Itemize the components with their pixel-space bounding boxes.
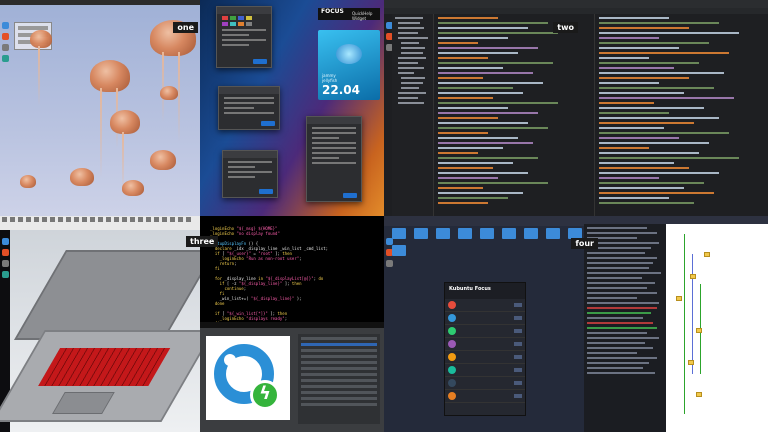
branch-tag[interactable] xyxy=(704,252,710,257)
release-version: 22.04 xyxy=(322,83,360,97)
color-dialog[interactable] xyxy=(216,6,272,68)
code-editor-left[interactable] xyxy=(438,14,588,216)
log-dialog[interactable] xyxy=(306,116,362,202)
dock-app-icon[interactable] xyxy=(1,249,9,256)
dock-app-icon[interactable] xyxy=(1,55,9,62)
quadrant-label: one xyxy=(173,22,198,33)
branch-tag[interactable] xyxy=(696,328,702,333)
folder-icon[interactable] xyxy=(414,228,428,239)
cad-terminal-quadrant-three: _loginEcho "${_msg} ${HOME}" _loginEcho … xyxy=(0,216,384,432)
release-card: jammy jellyfish 22.04 xyxy=(318,30,380,100)
install-button[interactable] xyxy=(514,316,522,320)
release-codename: jammy jellyfish xyxy=(322,73,338,83)
terminal-window[interactable]: _loginEcho "${_msg} ${HOME}" _loginEcho … xyxy=(200,216,384,328)
folder-icon[interactable] xyxy=(392,228,406,239)
ok-button[interactable] xyxy=(343,193,357,198)
dock-app-icon[interactable] xyxy=(1,44,9,51)
quadrant-label: two xyxy=(553,22,578,33)
laptop-touchpad xyxy=(52,392,115,414)
layers-panel[interactable] xyxy=(298,334,380,424)
quadrant-label: three xyxy=(186,236,219,247)
image-canvas[interactable]: ϟ xyxy=(206,336,290,420)
git-log-pane[interactable] xyxy=(584,224,666,432)
install-button[interactable] xyxy=(514,381,522,385)
dock-app-icon[interactable] xyxy=(1,22,9,29)
dock-app-icon[interactable] xyxy=(1,260,9,267)
folder-icon[interactable] xyxy=(436,228,450,239)
ok-button[interactable] xyxy=(253,59,267,64)
folder-grid[interactable] xyxy=(392,228,592,256)
install-button[interactable] xyxy=(514,342,522,346)
laptop-lid xyxy=(14,250,216,340)
store-app-row[interactable] xyxy=(445,338,525,351)
store-app-row[interactable] xyxy=(445,364,525,377)
info-dialog[interactable] xyxy=(222,150,278,198)
store-app-row[interactable] xyxy=(445,351,525,364)
store-app-row[interactable] xyxy=(445,390,525,403)
message-dialog[interactable] xyxy=(218,86,280,130)
ok-button[interactable] xyxy=(259,189,273,194)
cad-toolbar[interactable] xyxy=(0,216,200,230)
store-app-row[interactable] xyxy=(445,377,525,390)
store-app-row[interactable] xyxy=(445,299,525,312)
store-app-row[interactable] xyxy=(445,325,525,338)
folder-icon[interactable] xyxy=(392,245,406,256)
install-button[interactable] xyxy=(514,329,522,333)
project-tree[interactable] xyxy=(392,14,434,216)
laptop-keyboard xyxy=(38,348,171,386)
install-button[interactable] xyxy=(514,303,522,307)
dock-app-icon[interactable] xyxy=(1,33,9,40)
branch-tag[interactable] xyxy=(696,392,702,397)
software-store-window[interactable]: Kubuntu Focus xyxy=(444,282,526,416)
side-dock xyxy=(384,226,394,432)
dock-app-icon[interactable] xyxy=(1,271,9,278)
side-dock xyxy=(0,10,10,216)
ide-quadrant-two: two xyxy=(384,0,768,216)
dock-app-icon[interactable] xyxy=(1,238,9,245)
folder-icon[interactable] xyxy=(502,228,516,239)
file-manager-quadrant-four: Kubuntu Focus four xyxy=(384,216,768,432)
jellyfish-icon xyxy=(336,44,362,64)
quadrant-label: four xyxy=(571,238,598,249)
desktop-quadrant-one: FOCUS QuickHelp Widget jammy jellyfish 2… xyxy=(0,0,384,216)
branch-tag[interactable] xyxy=(676,296,682,301)
dock-app-icon[interactable] xyxy=(385,260,393,267)
laptop-3d-model-view[interactable] xyxy=(0,230,216,432)
focus-widget-header[interactable]: FOCUS QuickHelp Widget xyxy=(318,8,380,21)
install-button[interactable] xyxy=(514,355,522,359)
focus-subtitle: QuickHelp Widget xyxy=(352,11,373,21)
lightning-bolt-icon: ϟ xyxy=(250,380,280,410)
folder-icon[interactable] xyxy=(524,228,538,239)
code-editor-right[interactable] xyxy=(594,14,764,216)
image-editor-window[interactable]: ϟ xyxy=(200,328,384,432)
folder-icon[interactable] xyxy=(480,228,494,239)
install-button[interactable] xyxy=(514,394,522,398)
folder-icon[interactable] xyxy=(458,228,472,239)
ok-button[interactable] xyxy=(261,121,275,126)
install-button[interactable] xyxy=(514,368,522,372)
focus-brand: FOCUS xyxy=(321,8,344,15)
branch-tag[interactable] xyxy=(690,274,696,279)
folder-icon[interactable] xyxy=(546,228,560,239)
branch-tag[interactable] xyxy=(688,360,694,365)
store-app-row[interactable] xyxy=(445,312,525,325)
laptop-base xyxy=(0,330,215,422)
git-branch-graph[interactable] xyxy=(666,224,768,432)
store-title: Kubuntu Focus xyxy=(445,283,525,299)
